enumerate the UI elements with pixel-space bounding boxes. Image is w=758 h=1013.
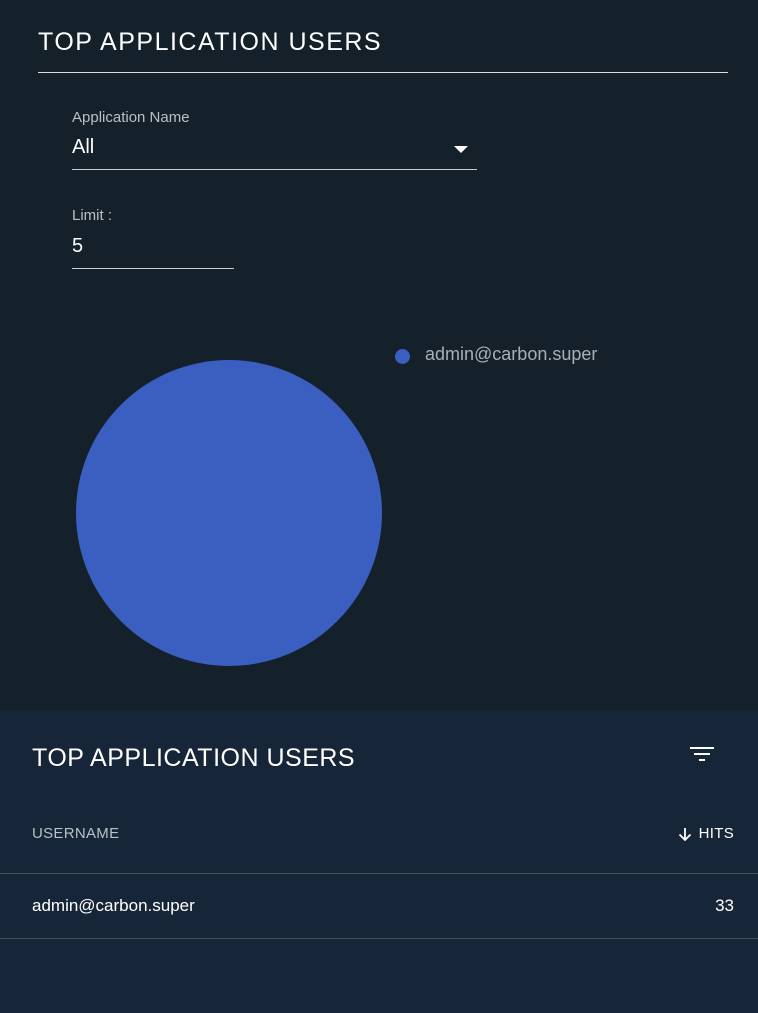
table-panel: TOP APPLICATION USERS USERNAME HITS admi… (0, 711, 758, 1013)
pie-slice[interactable] (76, 360, 382, 666)
column-header-hits[interactable]: HITS (677, 825, 734, 842)
header-divider (0, 873, 758, 874)
widget-panel: TOP APPLICATION USERS Application Name A… (0, 0, 758, 711)
table-row-hits: 33 (715, 896, 734, 915)
filter-list-icon[interactable] (680, 741, 724, 773)
column-header-username[interactable]: USERNAME (32, 825, 119, 842)
arrow-down-icon (678, 828, 691, 842)
table-row-username: admin@carbon.super (32, 896, 195, 915)
legend-label: admin@carbon.super (425, 344, 598, 364)
table-title: TOP APPLICATION USERS (32, 744, 356, 772)
pie-chart (76, 360, 382, 666)
legend-swatch (395, 349, 410, 364)
column-header-hits-label: HITS (698, 825, 734, 842)
row-divider (0, 938, 758, 939)
